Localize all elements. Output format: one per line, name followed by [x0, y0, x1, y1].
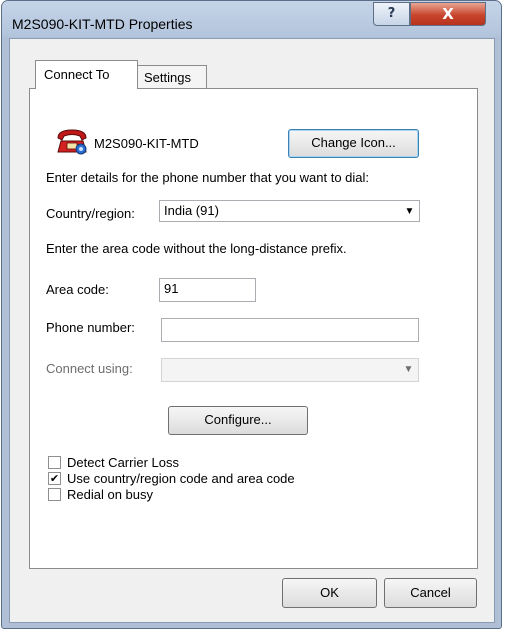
phone-number-input[interactable]: [161, 318, 419, 342]
title-bar[interactable]: M2S090-KIT-MTD Properties ? X: [2, 1, 501, 37]
area-code-value: 91: [164, 281, 179, 296]
area-code-input[interactable]: 91: [159, 278, 256, 302]
tab-connect-to[interactable]: Connect To: [35, 60, 138, 89]
country-region-label: Country/region:: [46, 206, 135, 221]
connection-name: M2S090-KIT-MTD: [94, 136, 199, 151]
change-icon-button[interactable]: Change Icon...: [288, 129, 419, 158]
chevron-down-icon: ▼: [403, 364, 414, 375]
tab-connect-to-label: Connect To: [44, 67, 110, 82]
checkmark-icon: ✔: [49, 472, 60, 485]
redial-on-busy-checkbox[interactable]: [48, 488, 61, 501]
country-region-select[interactable]: India (91) ▼: [159, 200, 420, 222]
close-button[interactable]: X: [410, 2, 486, 26]
help-button[interactable]: ?: [373, 2, 410, 26]
properties-window: M2S090-KIT-MTD Properties ? X Connect To…: [1, 0, 502, 629]
dialog-client-area: Connect To Settings M2S090-KIT-MTD Chang…: [9, 38, 495, 623]
use-country-code-checkbox[interactable]: ✔: [48, 472, 61, 485]
detect-carrier-loss-checkbox[interactable]: [48, 456, 61, 469]
ok-button[interactable]: OK: [282, 578, 377, 608]
connect-using-label: Connect using:: [46, 361, 133, 376]
connect-using-select[interactable]: ▼: [161, 358, 419, 382]
configure-button[interactable]: Configure...: [168, 406, 308, 435]
area-code-label: Area code:: [46, 282, 109, 297]
use-country-code-label: Use country/region code and area code: [67, 471, 295, 486]
cancel-button[interactable]: Cancel: [384, 578, 477, 608]
detect-carrier-loss-label: Detect Carrier Loss: [67, 455, 179, 470]
connect-to-panel: M2S090-KIT-MTD Change Icon... Enter deta…: [29, 88, 478, 569]
country-region-value: India (91): [164, 203, 219, 218]
redial-on-busy-label: Redial on busy: [67, 487, 153, 502]
tab-settings-label: Settings: [144, 70, 191, 85]
chevron-down-icon: ▼: [404, 206, 415, 217]
change-icon-button-label: Change Icon...: [311, 135, 396, 150]
phone-number-label: Phone number:: [46, 320, 135, 335]
window-title: M2S090-KIT-MTD Properties: [12, 16, 193, 32]
phone-icon: [57, 129, 87, 155]
area-code-instruction: Enter the area code without the long-dis…: [46, 241, 347, 256]
cancel-button-label: Cancel: [410, 585, 451, 600]
close-icon: X: [442, 5, 454, 23]
dial-instruction: Enter details for the phone number that …: [46, 170, 370, 185]
help-icon: ?: [387, 6, 396, 21]
configure-button-label: Configure...: [204, 412, 272, 427]
tab-settings[interactable]: Settings: [137, 65, 207, 88]
ok-button-label: OK: [320, 585, 339, 600]
